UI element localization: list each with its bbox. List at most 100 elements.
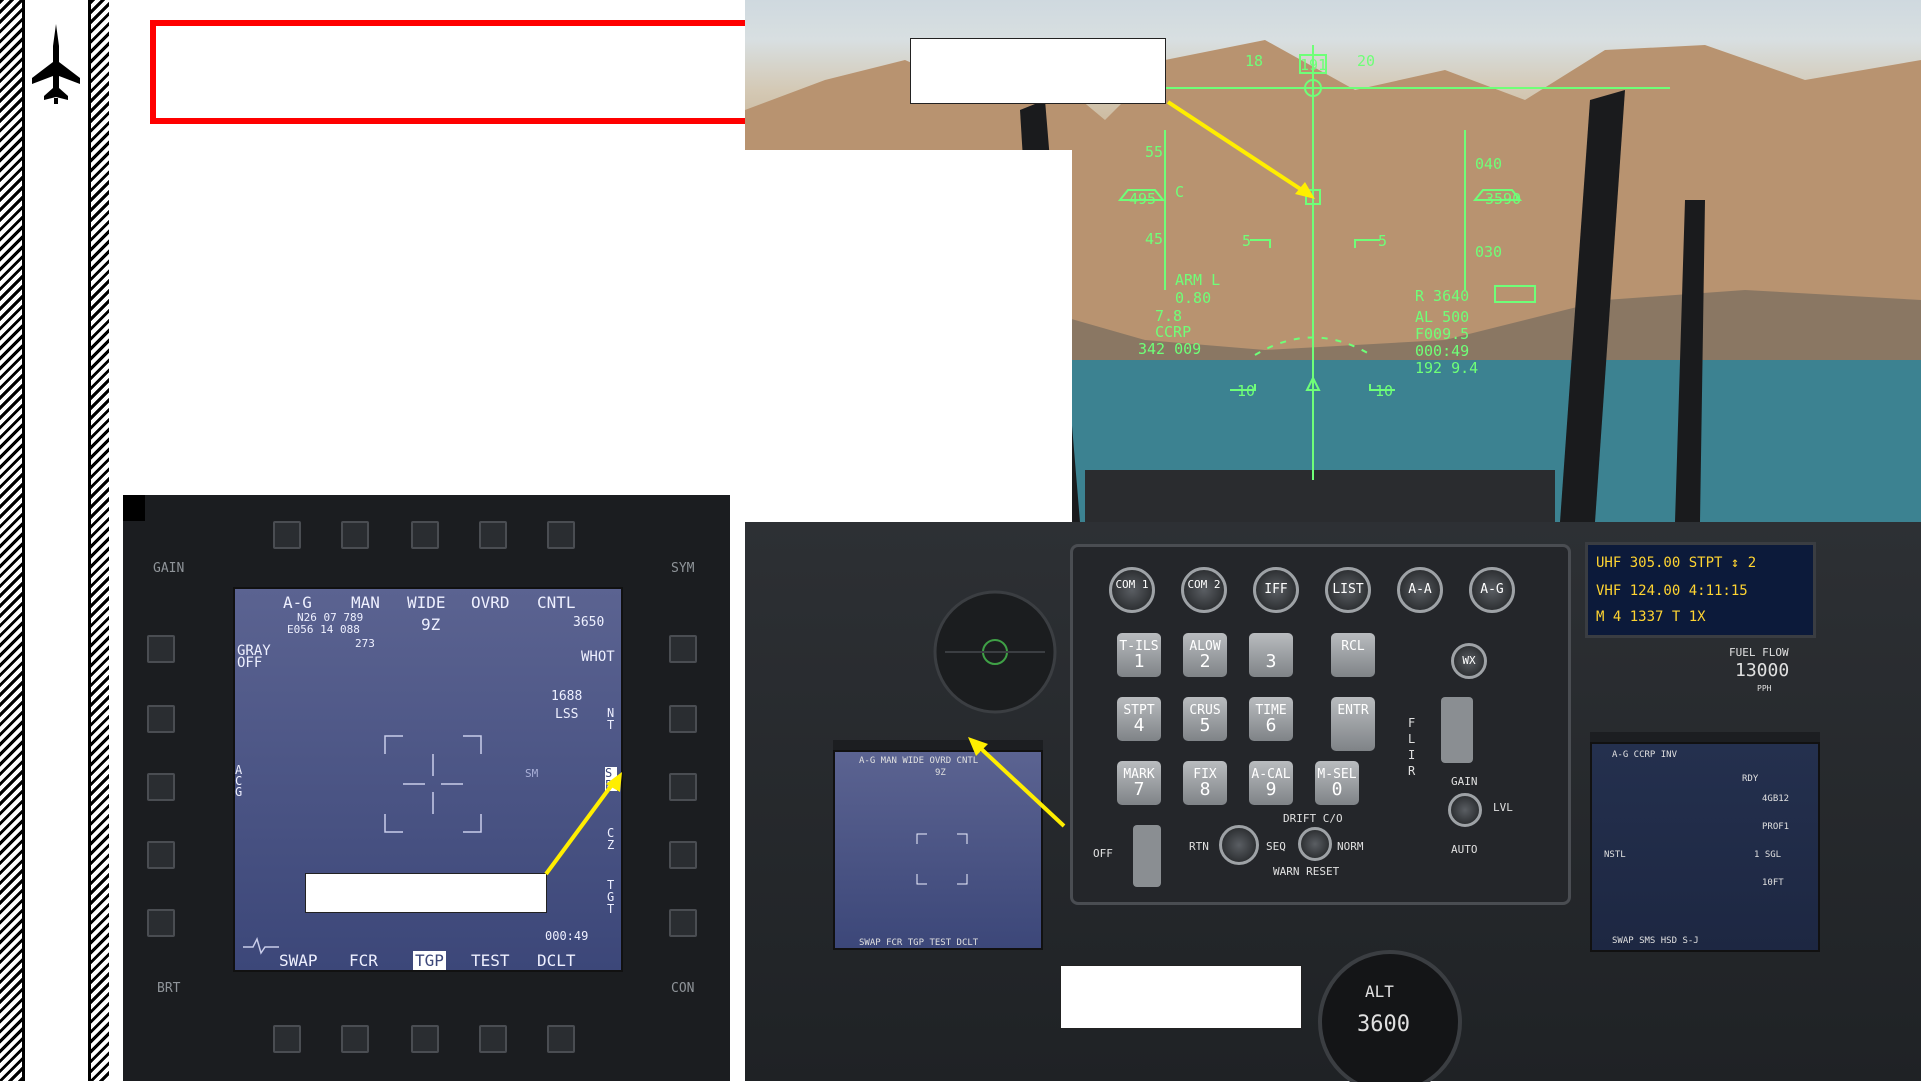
osb-bottom-4[interactable] <box>479 1025 507 1053</box>
a-a-button[interactable]: A-A <box>1397 567 1443 613</box>
key-0[interactable]: M-SEL 0 <box>1315 761 1359 805</box>
black-marker <box>123 495 145 521</box>
osb-right-5[interactable] <box>669 909 697 937</box>
hud-steer: F009.5 <box>1415 325 1470 343</box>
tgp-callout-box <box>305 873 547 913</box>
rcl-key[interactable]: RCL <box>1331 633 1375 677</box>
nt-char: T <box>607 718 615 732</box>
ded-line-2: VHF 124.00 4:11:15 <box>1596 583 1748 599</box>
key-2[interactable]: ALOW 2 <box>1183 633 1227 677</box>
nt-label[interactable]: N T <box>607 707 619 731</box>
osb-left-3[interactable] <box>147 773 175 801</box>
mfd-bottom-label[interactable]: DCLT <box>537 951 576 970</box>
osb-bottom-5[interactable] <box>547 1025 575 1053</box>
wx-button[interactable]: WX <box>1451 643 1487 679</box>
right-mfd-code: 10FT <box>1762 878 1784 888</box>
key-3[interactable]: 3 <box>1249 633 1293 677</box>
osb-top-5[interactable] <box>547 521 575 549</box>
right-mfd-rdy: RDY <box>1742 774 1759 784</box>
key-7[interactable]: MARK 7 <box>1117 761 1161 805</box>
mfd-bottom-label-selected[interactable]: TGP <box>413 951 446 970</box>
right-mfd-code: PROF1 <box>1762 822 1790 832</box>
mfd-bottom-label[interactable]: TEST <box>471 951 510 970</box>
flir-rocker[interactable] <box>1441 697 1473 763</box>
tgt-label[interactable]: T G T <box>607 879 619 915</box>
key-1[interactable]: T-ILS 1 <box>1117 633 1161 677</box>
gray-off-label[interactable]: OFF <box>237 655 262 671</box>
key-5[interactable]: CRUS 5 <box>1183 697 1227 741</box>
osb-left-2[interactable] <box>147 705 175 733</box>
altimeter-label: ALT <box>1365 982 1394 1001</box>
osb-top-3[interactable] <box>411 521 439 549</box>
cockpit-panel: A-G MAN WIDE OVRD CNTL 9Z SWAP FCR TGP T… <box>745 522 1921 1082</box>
mfd-top-label[interactable]: A-G <box>283 593 312 612</box>
ded-display: UHF 305.00 STPT ↕ 2 VHF 124.00 4:11:15 M… <box>1585 542 1816 638</box>
mfd-top-label[interactable]: OVRD <box>471 593 510 612</box>
osb-top-2[interactable] <box>341 521 369 549</box>
hud-speed-box: 495 <box>1129 190 1157 208</box>
entr-key[interactable]: ENTR <box>1331 697 1375 751</box>
key-9[interactable]: A-CAL 9 <box>1249 761 1293 805</box>
right-mfd-code: 1 SGL <box>1754 850 1782 860</box>
brt-rocker-label: BRT <box>157 981 181 996</box>
mfd-top-label[interactable]: MAN <box>351 593 380 612</box>
con-rocker-label: CON <box>671 981 695 996</box>
list-button[interactable]: LIST <box>1325 567 1371 613</box>
osb-left-1[interactable] <box>147 635 175 663</box>
osb-right-3[interactable] <box>669 773 697 801</box>
tgp-reticle <box>384 735 482 833</box>
drift-switch[interactable] <box>1298 827 1332 861</box>
osb-left-4[interactable] <box>147 841 175 869</box>
hud-alt-box: 3590 <box>1485 190 1522 208</box>
osb-left-5[interactable] <box>147 909 175 937</box>
key-8[interactable]: FIX 8 <box>1183 761 1227 805</box>
rail-divider <box>22 0 25 1081</box>
small-mfd-reticle <box>916 833 968 885</box>
tgp-coord: 273 <box>355 637 375 650</box>
ded-line-3: M 4 1337 T 1X <box>1596 609 1706 625</box>
tgp-timer: 000:49 <box>545 929 589 943</box>
com1-button[interactable]: COM 1 <box>1109 567 1155 613</box>
a-g-button[interactable]: A-G <box>1469 567 1515 613</box>
rtn-label: RTN <box>1189 840 1209 853</box>
altimeter-value: 3600 <box>1357 1012 1410 1037</box>
right-mfd-top: A-G CCRP INV <box>1612 750 1678 760</box>
lvl-label: LVL <box>1493 801 1513 814</box>
dobber-switch[interactable] <box>1219 825 1259 865</box>
osb-bottom-1[interactable] <box>273 1025 301 1053</box>
mfd-bottom-label[interactable]: SWAP <box>279 951 318 970</box>
hud-callout-box <box>910 38 1166 104</box>
auto-label: AUTO <box>1451 843 1478 856</box>
gain-switch[interactable] <box>1448 793 1482 827</box>
osb-bottom-2[interactable] <box>341 1025 369 1053</box>
jet-silhouette-icon <box>28 22 84 104</box>
key-4[interactable]: STPT 4 <box>1117 697 1161 741</box>
sym-rocker-label: SYM <box>671 561 695 576</box>
key-number: 8 <box>1199 779 1211 800</box>
key-label: ENTR <box>1337 703 1369 718</box>
sm-label: SM <box>525 767 539 780</box>
osb-top-1[interactable] <box>273 521 301 549</box>
warn-reset-label: WARN RESET <box>1273 865 1340 878</box>
osb-bottom-3[interactable] <box>411 1025 439 1053</box>
gain-label: GAIN <box>1451 775 1478 788</box>
tgp-range: 1688 <box>551 689 583 704</box>
up-down-rocker[interactable] <box>1133 825 1161 887</box>
polarity-label[interactable]: WHOT <box>581 649 615 665</box>
flir-label: F L I R <box>1408 716 1416 778</box>
osb-right-1[interactable] <box>669 635 697 663</box>
mfd-bottom-label[interactable]: FCR <box>349 951 378 970</box>
osb-right-2[interactable] <box>669 705 697 733</box>
acg-label[interactable]: A C G <box>235 764 247 798</box>
mfd-top-label[interactable]: WIDE <box>407 593 446 612</box>
fuel-flow-gauge: FUEL FLOW 13000 PPH <box>1715 642 1825 702</box>
osb-top-4[interactable] <box>479 521 507 549</box>
left-hatch-stripe <box>0 0 22 1081</box>
osb-right-4[interactable] <box>669 841 697 869</box>
mfd-top-label[interactable]: CNTL <box>537 593 576 612</box>
key-6[interactable]: TIME 6 <box>1249 697 1293 741</box>
key-number: 0 <box>1331 779 1343 800</box>
hud-tof: 000:49 <box>1415 342 1470 360</box>
iff-button[interactable]: IFF <box>1253 567 1299 613</box>
com2-button[interactable]: COM 2 <box>1181 567 1227 613</box>
